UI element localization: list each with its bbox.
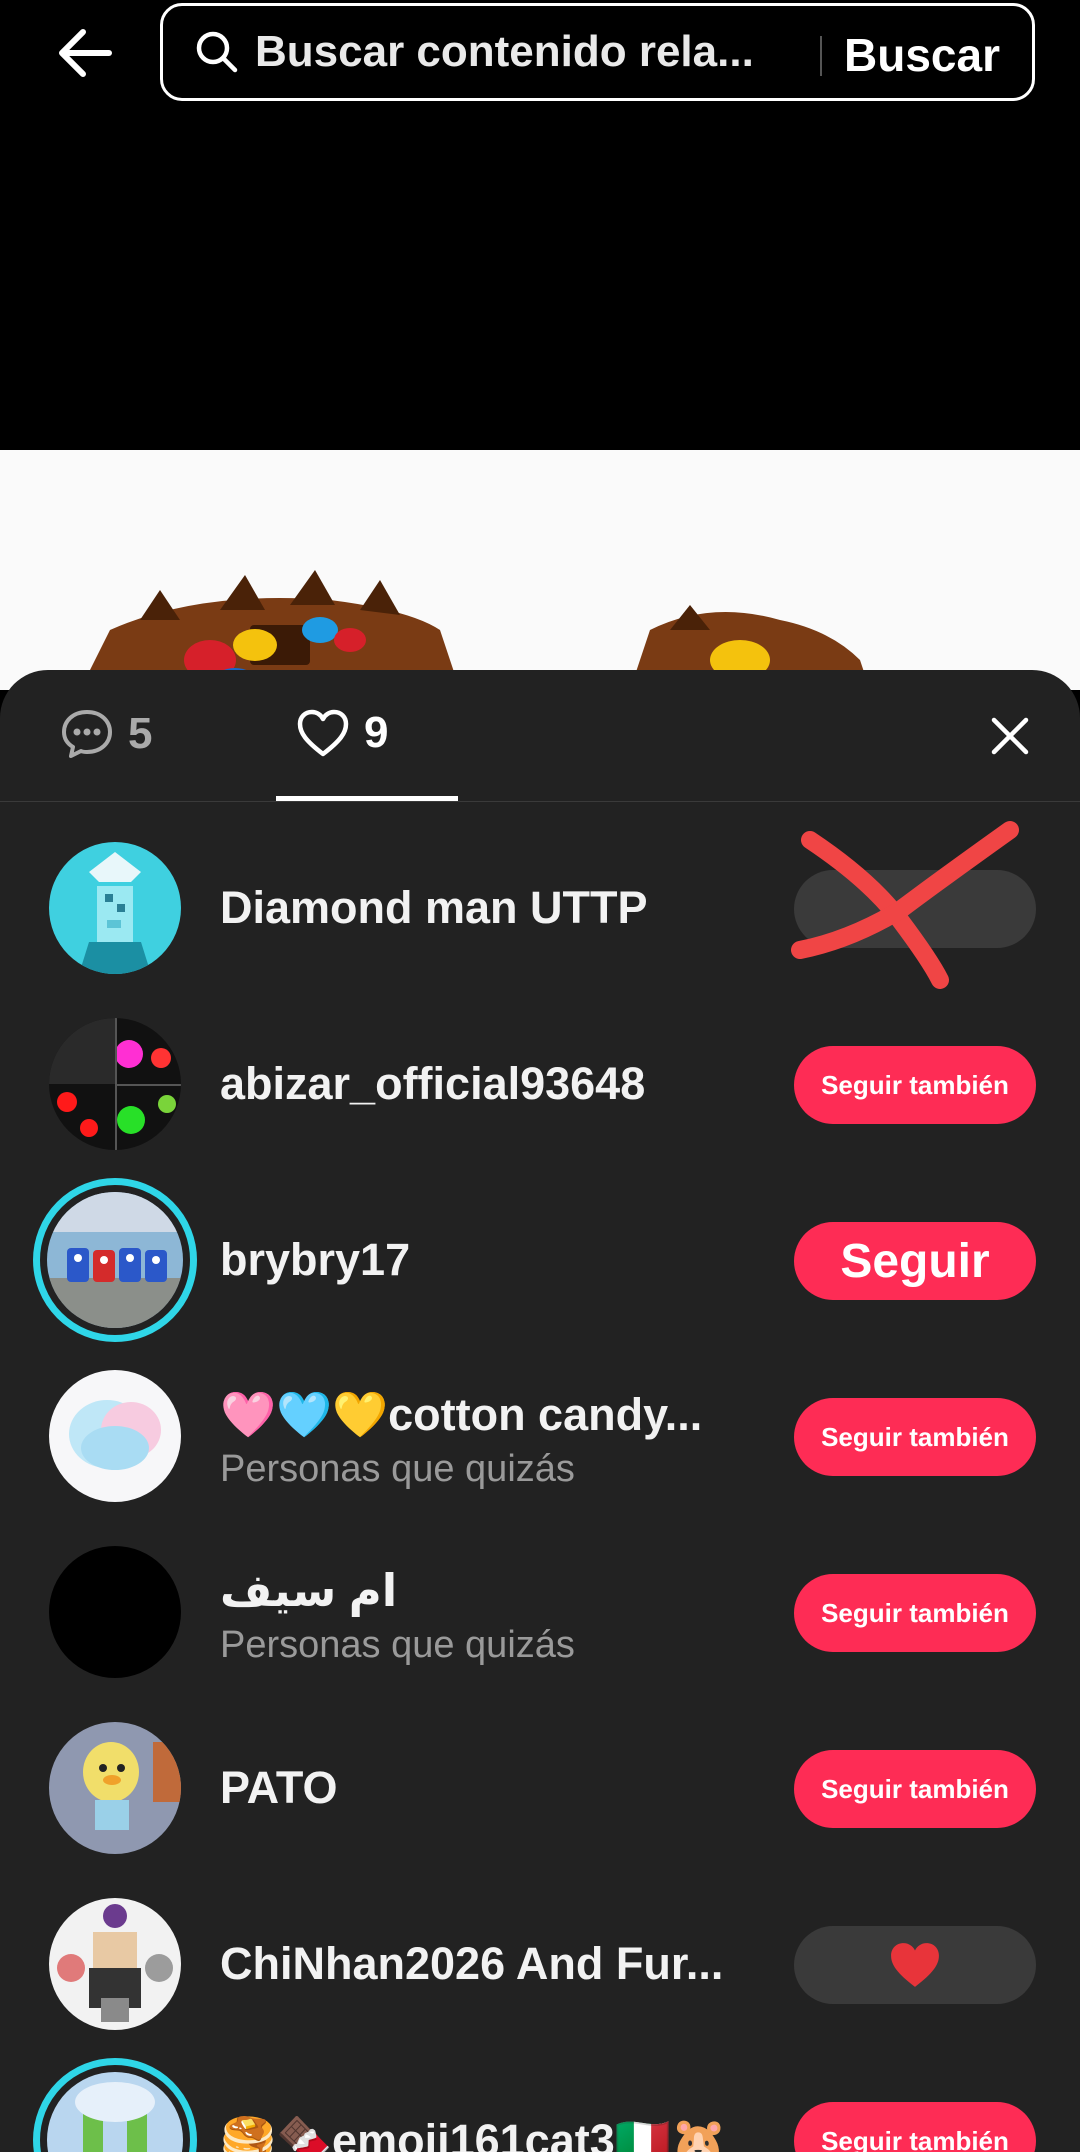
- likes-count: 9: [364, 708, 389, 757]
- user-subtitle: Personas que quizás: [220, 1624, 575, 1666]
- liker-list: Diamond man UTTP abizar_official93648 Se…: [0, 820, 1080, 2152]
- avatar-with-story-ring[interactable]: [33, 1178, 197, 1342]
- list-item[interactable]: 🩷🩵💛cotton candy... Personas que quizás S…: [0, 1348, 1080, 1524]
- avatar[interactable]: [49, 1898, 181, 2030]
- follow-back-button[interactable]: Seguir también: [794, 1750, 1036, 1828]
- follow-button-hidden[interactable]: [794, 870, 1036, 948]
- list-item[interactable]: Diamond man UTTP: [0, 820, 1080, 996]
- list-item[interactable]: ام سيف Personas que quizás Seguir tambié…: [0, 1524, 1080, 1700]
- sheet-tabs: 5 9: [0, 670, 1080, 802]
- diamond-man-avatar-image: [49, 842, 181, 974]
- username[interactable]: 🥞🍫emoji161cat3🇮🇹🐹: [220, 2114, 727, 2152]
- user-subtitle: Personas que quizás: [220, 1448, 575, 1490]
- heart-icon: [297, 709, 349, 757]
- active-tab-indicator: [276, 796, 458, 801]
- avatar[interactable]: [49, 1018, 181, 1150]
- follow-back-button[interactable]: Seguir también: [794, 2102, 1036, 2152]
- avatar[interactable]: [49, 1722, 181, 1854]
- username[interactable]: brybry17: [220, 1234, 410, 1286]
- screen: Buscar contenido rela... Buscar 5 9 Diam…: [0, 0, 1080, 2152]
- search-divider: [820, 36, 822, 76]
- list-item[interactable]: abizar_official93648 Seguir también: [0, 996, 1080, 1172]
- username[interactable]: ChiNhan2026 And Fur...: [220, 1938, 723, 1990]
- search-input[interactable]: Buscar contenido rela...: [255, 27, 795, 77]
- back-arrow-icon: [59, 29, 112, 77]
- list-item[interactable]: brybry17 Seguir: [0, 1172, 1080, 1348]
- close-button[interactable]: [978, 704, 1042, 768]
- video-preview[interactable]: [0, 450, 1080, 690]
- cotton-candy-avatar-image: [49, 1370, 181, 1502]
- username[interactable]: abizar_official93648: [220, 1058, 645, 1110]
- avatar[interactable]: [49, 842, 181, 974]
- pato-avatar-image: [49, 1722, 181, 1854]
- avatar[interactable]: [49, 1546, 181, 1678]
- search-bar[interactable]: Buscar contenido rela... Buscar: [160, 3, 1035, 101]
- username[interactable]: 🩷🩵💛cotton candy...: [220, 1388, 702, 1441]
- tab-comments[interactable]: 5: [60, 708, 152, 760]
- username[interactable]: PATO: [220, 1762, 338, 1814]
- abizar-avatar-image: [49, 1018, 181, 1150]
- avatar[interactable]: [49, 1370, 181, 1502]
- follow-back-button[interactable]: Seguir también: [794, 1046, 1036, 1124]
- avatar-with-story-ring[interactable]: [33, 2058, 197, 2152]
- search-icon: [196, 31, 238, 73]
- username[interactable]: Diamond man UTTP: [220, 882, 648, 934]
- list-item[interactable]: ChiNhan2026 And Fur...: [0, 1876, 1080, 2052]
- follow-back-button[interactable]: Seguir también: [794, 1574, 1036, 1652]
- list-item[interactable]: 🥞🍫emoji161cat3🇮🇹🐹 Seguir también: [0, 2052, 1080, 2152]
- friends-button[interactable]: [794, 1926, 1036, 2004]
- brybry-avatar-image: [47, 1192, 183, 1328]
- back-button[interactable]: [50, 22, 120, 84]
- likes-sheet: 5 9 Diamond man UTTP abizar_official9364…: [0, 670, 1080, 2152]
- comments-count: 5: [128, 709, 153, 758]
- top-bar: Buscar contenido rela... Buscar: [0, 0, 1080, 110]
- close-icon: [991, 717, 1029, 755]
- tab-likes[interactable]: 9: [296, 708, 388, 758]
- follow-button[interactable]: Seguir: [794, 1222, 1036, 1300]
- username[interactable]: ام سيف: [220, 1564, 397, 1617]
- follow-back-button[interactable]: Seguir también: [794, 1398, 1036, 1476]
- list-item[interactable]: PATO Seguir también: [0, 1700, 1080, 1876]
- search-button[interactable]: Buscar: [844, 28, 1000, 82]
- red-heart-icon: [891, 1943, 939, 1987]
- emoji-cat-avatar-image: [47, 2072, 183, 2152]
- chinhan-avatar-image: [49, 1898, 181, 2030]
- comment-icon: [62, 710, 112, 758]
